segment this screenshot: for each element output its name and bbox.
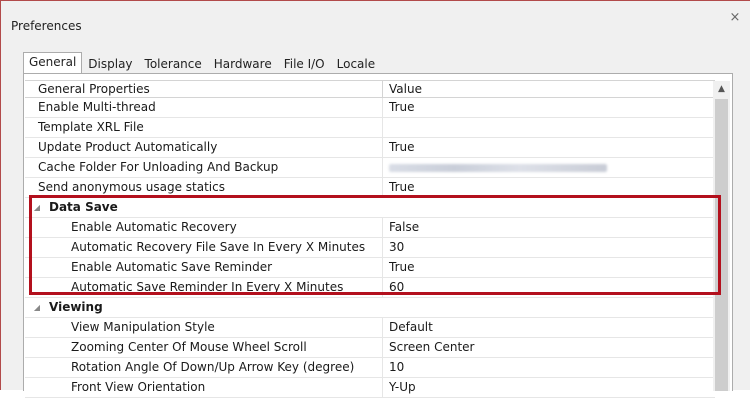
window-title: Preferences (11, 19, 82, 33)
category-label: Viewing (49, 300, 103, 314)
property-name: Enable Multi-thread (25, 98, 383, 117)
category-viewing[interactable]: ◢ Viewing (25, 298, 715, 318)
property-row[interactable]: Zooming Center Of Mouse Wheel Scroll Scr… (25, 338, 715, 358)
property-value[interactable]: Default (383, 318, 715, 337)
property-name: Zooming Center Of Mouse Wheel Scroll (71, 340, 307, 354)
property-row[interactable]: Automatic Recovery File Save In Every X … (25, 238, 715, 258)
property-name: Front View Orientation (71, 380, 206, 394)
property-name: Enable Automatic Recovery (71, 220, 237, 234)
tab-hardware[interactable]: Hardware (208, 55, 278, 73)
property-value[interactable] (383, 118, 715, 137)
tab-general[interactable]: General (23, 52, 83, 73)
preferences-window: Preferences × General Display Tolerance … (0, 0, 750, 398)
tab-file-io[interactable]: File I/O (278, 55, 331, 73)
property-row[interactable]: Enable Multi-thread True (25, 98, 715, 118)
redacted-path (389, 164, 607, 172)
property-value[interactable]: True (383, 258, 715, 277)
column-header-value[interactable]: Value (383, 81, 422, 97)
property-row[interactable]: Template XRL File (25, 118, 715, 138)
scroll-up-icon[interactable]: ▲ (713, 81, 730, 98)
property-row[interactable]: Update Product Automatically True (25, 138, 715, 158)
property-row[interactable]: Enable Automatic Save Reminder True (25, 258, 715, 278)
property-value[interactable]: Y-Up (383, 378, 715, 397)
property-row[interactable]: View Manipulation Style Default (25, 318, 715, 338)
property-name: Enable Automatic Save Reminder (71, 260, 273, 274)
tab-tolerance[interactable]: Tolerance (139, 55, 208, 73)
close-icon[interactable]: × (728, 11, 742, 25)
property-panel: General Properties Value Enable Multi-th… (23, 73, 733, 398)
category-data-save[interactable]: ◢ Data Save (25, 198, 715, 218)
property-row[interactable]: Send anonymous usage statics True (25, 178, 715, 198)
property-value[interactable]: 60 (383, 278, 715, 297)
property-value[interactable]: True (383, 98, 715, 117)
property-name: Automatic Save Reminder In Every X Minut… (71, 280, 344, 294)
property-row[interactable]: Front View Orientation Y-Up (25, 378, 715, 398)
collapse-caret-icon[interactable]: ◢ (25, 198, 49, 217)
collapse-caret-icon[interactable]: ◢ (25, 298, 49, 317)
tab-locale[interactable]: Locale (331, 55, 381, 73)
property-value[interactable]: 10 (383, 358, 715, 377)
cache-folder-value[interactable] (383, 158, 715, 177)
property-row[interactable]: Cache Folder For Unloading And Backup (25, 158, 715, 178)
grid-header: General Properties Value (25, 80, 715, 98)
property-row[interactable]: Enable Automatic Recovery False (25, 218, 715, 238)
property-name: View Manipulation Style (71, 320, 215, 334)
tab-display[interactable]: Display (82, 55, 138, 73)
property-name: Automatic Recovery File Save In Every X … (71, 240, 366, 254)
vertical-scrollbar[interactable]: ▲ (713, 81, 730, 391)
property-value[interactable]: Screen Center (383, 338, 715, 357)
property-value[interactable]: 30 (383, 238, 715, 257)
property-value[interactable]: False (383, 218, 715, 237)
property-name: Template XRL File (25, 118, 383, 137)
tab-bar: General Display Tolerance Hardware File … (23, 52, 381, 73)
property-name: Cache Folder For Unloading And Backup (25, 158, 383, 177)
property-value[interactable]: True (383, 138, 715, 157)
scrollbar-thumb[interactable] (715, 99, 728, 391)
property-row[interactable]: Automatic Save Reminder In Every X Minut… (25, 278, 715, 298)
property-grid: General Properties Value Enable Multi-th… (25, 80, 715, 398)
property-name: Rotation Angle Of Down/Up Arrow Key (deg… (71, 360, 355, 374)
property-name: Update Product Automatically (25, 138, 383, 157)
property-row[interactable]: Rotation Angle Of Down/Up Arrow Key (deg… (25, 358, 715, 378)
category-label: Data Save (49, 200, 118, 214)
property-name: Send anonymous usage statics (25, 178, 383, 197)
property-value[interactable]: True (383, 178, 715, 197)
column-header-properties[interactable]: General Properties (25, 81, 383, 97)
